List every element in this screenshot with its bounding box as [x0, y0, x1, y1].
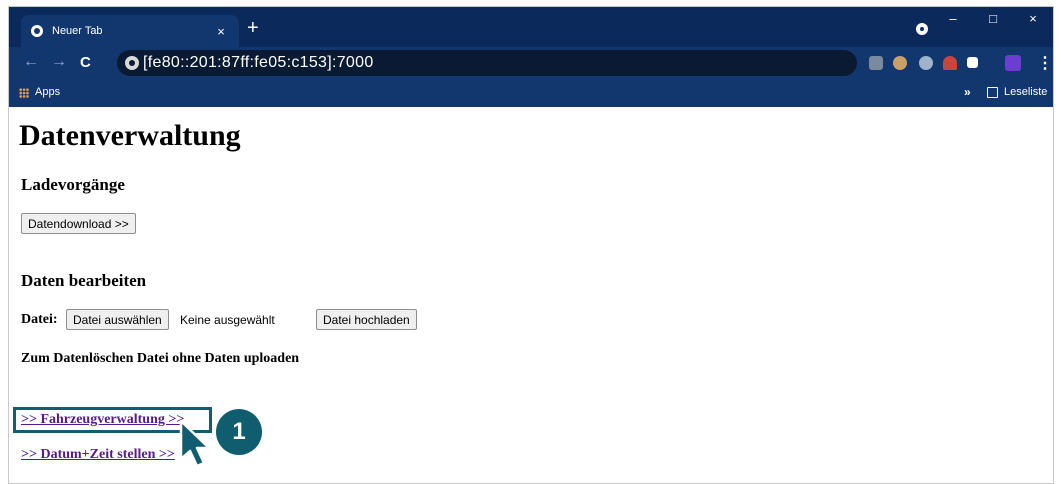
data-download-button[interactable]: Datendownload >>: [21, 213, 136, 234]
address-text[interactable]: [fe80::201:87ff:fe05:c153]:7000: [143, 54, 374, 72]
mouse-pointer-icon: [179, 419, 211, 468]
bookmarks-overflow-icon[interactable]: »: [964, 85, 971, 99]
extension-icon[interactable]: [869, 56, 883, 70]
delete-data-note: Zum Datenlöschen Datei ohne Daten upload…: [21, 351, 300, 366]
alien-icon[interactable]: [943, 56, 957, 70]
choose-file-button[interactable]: Datei auswählen: [66, 309, 169, 330]
reading-list-icon[interactable]: [987, 87, 998, 98]
upload-file-button[interactable]: Datei hochladen: [316, 309, 417, 330]
maximize-button[interactable]: □: [973, 7, 1013, 33]
chrome-favicon-icon: [31, 25, 43, 37]
tab-bar: Neuer Tab × + – □ ×: [9, 7, 1053, 47]
new-tab-button[interactable]: +: [247, 18, 259, 38]
step-number-badge: 1: [216, 409, 262, 455]
close-window-button[interactable]: ×: [1013, 7, 1053, 33]
address-bar[interactable]: [fe80::201:87ff:fe05:c153]:7000: [117, 50, 857, 76]
section-heading-edit: Daten bearbeiten: [21, 271, 147, 290]
menu-icon[interactable]: ⋮: [1037, 53, 1053, 73]
profile-indicator-icon[interactable]: [916, 23, 928, 35]
browser-tab[interactable]: Neuer Tab ×: [21, 15, 239, 47]
apps-bookmark[interactable]: Apps: [35, 86, 60, 98]
page-title: Datenverwaltung: [19, 119, 241, 152]
forward-button[interactable]: →: [51, 52, 67, 72]
back-button[interactable]: ←: [23, 52, 39, 72]
datetime-link[interactable]: >> Datum+Zeit stellen >>: [21, 447, 175, 463]
section-heading-loading: Ladevorgänge: [21, 175, 125, 194]
page-content: Datenverwaltung Ladevorgänge Datendownlo…: [9, 107, 1053, 483]
bug-icon[interactable]: [919, 56, 933, 70]
browser-window: Neuer Tab × + – □ × ← → C [fe80::201:87f…: [8, 6, 1054, 484]
puzzle-icon[interactable]: [967, 57, 978, 68]
profile-icon[interactable]: [1005, 55, 1021, 71]
minimize-button[interactable]: –: [933, 7, 973, 33]
apps-grid-icon[interactable]: [19, 88, 29, 98]
site-info-icon[interactable]: [125, 56, 139, 70]
no-file-selected-text: Keine ausgewählt: [180, 313, 275, 327]
cookie-icon[interactable]: [893, 56, 907, 70]
tab-title: Neuer Tab: [52, 25, 103, 37]
reload-button[interactable]: C: [80, 53, 91, 73]
browser-toolbar: ← → C [fe80::201:87ff:fe05:c153]:7000 ⋮: [9, 47, 1053, 79]
bookmarks-bar: Apps » Leseliste: [9, 79, 1053, 107]
reading-list-button[interactable]: Leseliste: [1004, 86, 1047, 98]
tab-close-icon[interactable]: ×: [213, 24, 229, 39]
file-label: Datei:: [21, 312, 58, 327]
